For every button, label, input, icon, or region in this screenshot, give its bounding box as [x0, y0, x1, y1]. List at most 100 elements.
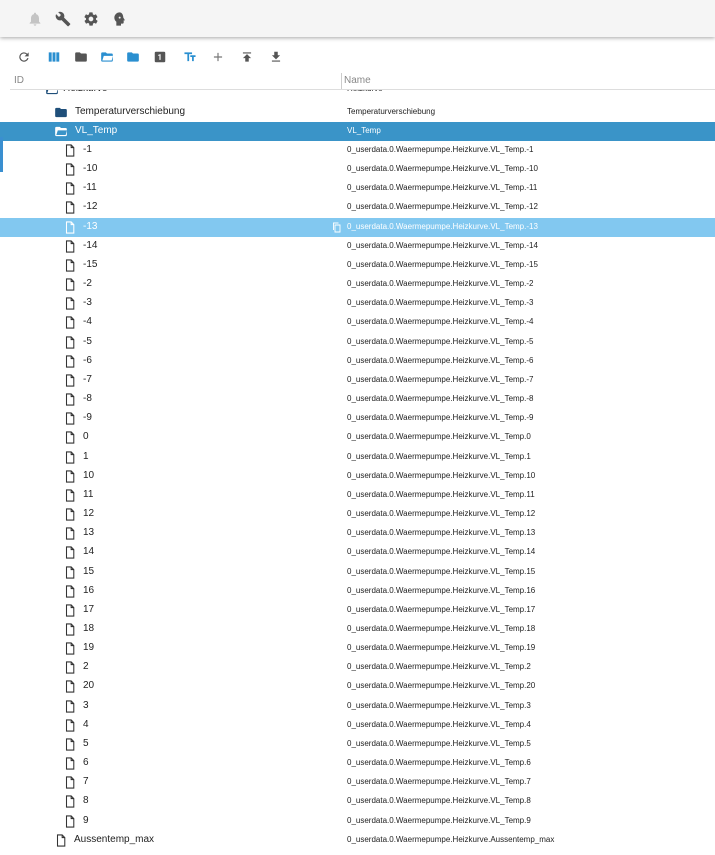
- row-name: Temperaturverschiebung: [347, 107, 436, 116]
- tree-state-row[interactable]: 19 0_userdata.0.Waermepumpe.Heizkurve.VL_…: [0, 639, 715, 658]
- tree-state-row[interactable]: 8 0_userdata.0.Waermepumpe.Heizkurve.VL_T…: [0, 792, 715, 811]
- tree-state-row[interactable]: 0 0_userdata.0.Waermepumpe.Heizkurve.VL_T…: [0, 428, 715, 447]
- row-id: 7: [83, 776, 89, 788]
- columns-icon[interactable]: [45, 48, 63, 66]
- upload-icon[interactable]: [238, 48, 256, 66]
- row-id: 17: [83, 603, 95, 615]
- tree-state-row[interactable]: 1 0_userdata.0.Waermepumpe.Heizkurve.VL_T…: [0, 448, 715, 467]
- folder-open-icon[interactable]: [45, 90, 59, 97]
- tree-state-row[interactable]: -5 0_userdata.0.Waermepumpe.Heizkurve.VL_…: [0, 333, 715, 352]
- folder-open-icon[interactable]: [98, 48, 116, 66]
- row-name: 0_userdata.0.Waermepumpe.Heizkurve.VL_Te…: [347, 643, 536, 653]
- tree-state-row[interactable]: -2 0_userdata.0.Waermepumpe.Heizkurve.VL_…: [0, 275, 715, 294]
- wrench-icon[interactable]: [53, 9, 73, 29]
- row-name: 0_userdata.0.Waermepumpe.Heizkurve.VL_Te…: [347, 317, 534, 327]
- tree-state-row[interactable]: 10 0_userdata.0.Waermepumpe.Heizkurve.VL_…: [0, 467, 715, 486]
- row-id: 18: [83, 623, 95, 634]
- number-1-icon[interactable]: [151, 48, 169, 66]
- row-id: -2: [83, 278, 92, 290]
- row-id: -3: [83, 297, 92, 309]
- row-name: 0_userdata.0.Waermepumpe.Heizkurve.VL_Te…: [347, 451, 531, 461]
- file-icon: [54, 833, 68, 848]
- tree-state-row[interactable]: -10 0_userdata.0.Waermepumpe.Heizkurve.VL…: [0, 160, 715, 179]
- row-id: 14: [83, 546, 95, 558]
- folder-icon[interactable]: [72, 48, 90, 66]
- tree-state-row[interactable]: 14 0_userdata.0.Waermepumpe.Heizkurve.VL_…: [0, 543, 715, 562]
- row-name: 0_userdata.0.Waermepumpe.Heizkurve.VL_Te…: [347, 183, 538, 193]
- tree-state-row[interactable]: 12 0_userdata.0.Waermepumpe.Heizkurve.VL_…: [0, 505, 715, 524]
- gear-icon[interactable]: [81, 9, 101, 29]
- tree-state-row[interactable]: 20 0_userdata.0.Waermepumpe.Heizkurve.VL_…: [0, 677, 715, 696]
- tree-state-row[interactable]: -15 0_userdata.0.Waermepumpe.Heizkurve.VL…: [0, 256, 715, 275]
- row-id: Heizkurve: [63, 90, 107, 94]
- file-icon: [63, 143, 77, 158]
- file-icon: [63, 660, 77, 675]
- row-id: -8: [83, 393, 92, 405]
- row-name: 0_userdata.0.Waermepumpe.Heizkurve.VL_Te…: [347, 777, 531, 787]
- tree-state-row[interactable]: 5 0_userdata.0.Waermepumpe.Heizkurve.VL_T…: [0, 735, 715, 754]
- tree-state-row[interactable]: -8 0_userdata.0.Waermepumpe.Heizkurve.VL_…: [0, 390, 715, 409]
- tree-state-row[interactable]: -9 0_userdata.0.Waermepumpe.Heizkurve.VL_…: [0, 409, 715, 428]
- file-icon: [63, 584, 77, 599]
- tree-state-row[interactable]: 11 0_userdata.0.Waermepumpe.Heizkurve.VL_…: [0, 486, 715, 505]
- tree-state-row[interactable]: 2 0_userdata.0.Waermepumpe.Heizkurve.VL_T…: [0, 658, 715, 677]
- tree-state-row[interactable]: Aussentemp_max 0_userdata.0.Waermepumpe.H…: [0, 831, 715, 850]
- row-id: 15: [83, 565, 95, 577]
- file-icon: [63, 794, 77, 809]
- file-icon: [63, 565, 77, 580]
- tree-state-row[interactable]: 4 0_userdata.0.Waermepumpe.Heizkurve.VL_T…: [0, 716, 715, 735]
- tree-state-row[interactable]: 6 0_userdata.0.Waermepumpe.Heizkurve.VL_T…: [0, 754, 715, 773]
- tree-folder-temperaturverschiebung[interactable]: Temperaturverschiebung Temperaturverschie…: [0, 103, 715, 122]
- bell-icon[interactable]: [25, 9, 45, 29]
- tree-state-row[interactable]: 13 0_userdata.0.Waermepumpe.Heizkurve.VL_…: [0, 524, 715, 543]
- tree-state-row[interactable]: -4 0_userdata.0.Waermepumpe.Heizkurve.VL_…: [0, 313, 715, 332]
- tree-folder-vl-temp[interactable]: VL_Temp VL_Temp: [0, 122, 715, 141]
- tree-state-row[interactable]: 17 0_userdata.0.Waermepumpe.Heizkurve.VL_…: [0, 601, 715, 620]
- tree-state-row[interactable]: -11 0_userdata.0.Waermepumpe.Heizkurve.VL…: [0, 179, 715, 198]
- row-id: 4: [83, 718, 89, 730]
- tree-state-row[interactable]: -1 0_userdata.0.Waermepumpe.Heizkurve.VL_…: [0, 141, 715, 160]
- tree-state-row[interactable]: -3 0_userdata.0.Waermepumpe.Heizkurve.VL_…: [0, 294, 715, 313]
- copy-icon[interactable]: [331, 221, 343, 234]
- folder-icon[interactable]: [54, 105, 68, 120]
- row-id: -9: [83, 412, 92, 424]
- plus-icon[interactable]: [209, 48, 227, 66]
- folder-open-icon[interactable]: [54, 124, 68, 139]
- id-column-header[interactable]: ID: [14, 75, 24, 86]
- file-icon: [63, 814, 77, 829]
- row-name: Heizkurve: [347, 90, 383, 93]
- row-name: 0_userdata.0.Waermepumpe.Heizkurve.VL_Te…: [347, 489, 535, 499]
- text-icon[interactable]: [181, 48, 199, 66]
- tree-state-row[interactable]: -7 0_userdata.0.Waermepumpe.Heizkurve.VL_…: [0, 371, 715, 390]
- row-id: 12: [83, 508, 95, 520]
- download-icon[interactable]: [267, 48, 285, 66]
- file-icon: [63, 450, 77, 465]
- tree-state-row[interactable]: -12 0_userdata.0.Waermepumpe.Heizkurve.VL…: [0, 198, 715, 217]
- name-column-header[interactable]: Name: [344, 75, 371, 86]
- tree-state-row[interactable]: -14 0_userdata.0.Waermepumpe.Heizkurve.VL…: [0, 237, 715, 256]
- row-id: 19: [83, 642, 95, 654]
- tree-folder-heizkurve[interactable]: Heizkurve Heizkurve: [0, 90, 715, 99]
- tree-state-row[interactable]: 3 0_userdata.0.Waermepumpe.Heizkurve.VL_T…: [0, 697, 715, 716]
- tree-state-row[interactable]: 15 0_userdata.0.Waermepumpe.Heizkurve.VL_…: [0, 563, 715, 582]
- tree-state-row[interactable]: 7 0_userdata.0.Waermepumpe.Heizkurve.VL_T…: [0, 773, 715, 792]
- tree-state-row[interactable]: -6 0_userdata.0.Waermepumpe.Heizkurve.VL_…: [0, 352, 715, 371]
- row-id: 2: [83, 661, 89, 673]
- tree-state-row[interactable]: -13 0_userdata.0.Waermepumpe.Heizkurve.VL…: [0, 217, 715, 237]
- row-name: 0_userdata.0.Waermepumpe.Heizkurve.VL_Te…: [347, 355, 534, 365]
- file-icon: [63, 756, 77, 771]
- row-name: 0_userdata.0.Waermepumpe.Heizkurve.VL_Te…: [347, 259, 538, 269]
- tree-state-row[interactable]: 16 0_userdata.0.Waermepumpe.Heizkurve.VL_…: [0, 582, 715, 601]
- refresh-icon[interactable]: [15, 48, 33, 66]
- column-divider[interactable]: [341, 73, 342, 89]
- row-id: -11: [83, 182, 97, 194]
- head-icon[interactable]: [109, 9, 129, 29]
- file-icon: [63, 315, 77, 330]
- row-id: 10: [83, 469, 95, 481]
- folder-closed-icon[interactable]: [124, 48, 142, 66]
- file-icon: [63, 200, 77, 215]
- row-name: 0_userdata.0.Waermepumpe.Heizkurve.VL_Te…: [347, 662, 531, 672]
- tree-state-row[interactable]: 9 0_userdata.0.Waermepumpe.Heizkurve.VL_T…: [0, 812, 715, 831]
- tree-state-row[interactable]: 18 0_userdata.0.Waermepumpe.Heizkurve.VL_…: [0, 620, 715, 639]
- row-id: 0: [83, 431, 89, 443]
